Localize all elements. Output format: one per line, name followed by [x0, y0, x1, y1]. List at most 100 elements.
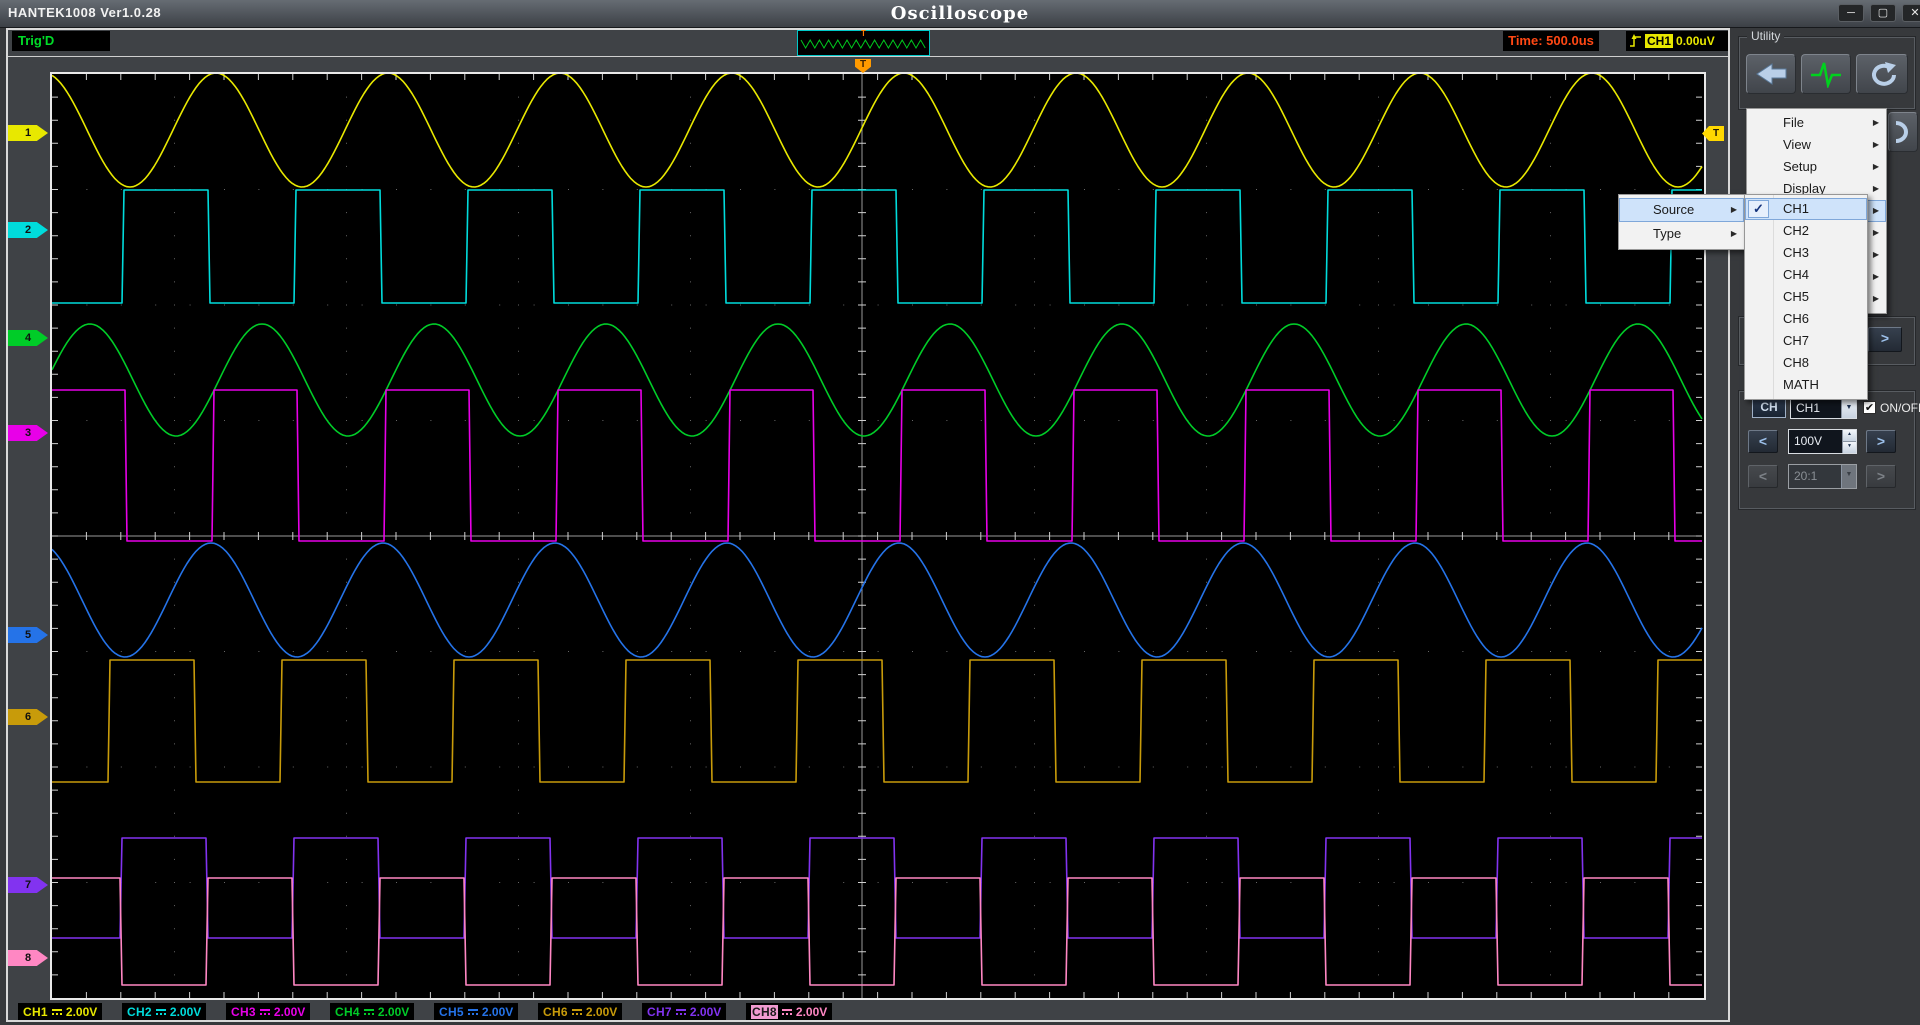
source-item-ch5[interactable]: CH5: [1745, 286, 1867, 308]
dc-coupling-icon: [676, 1009, 686, 1015]
channel-status-chip-ch6[interactable]: CH6 2.00V: [538, 1003, 622, 1020]
next-right-button[interactable]: >: [1868, 327, 1902, 352]
dc-coupling-icon: [364, 1009, 374, 1015]
trigger-status-badge: Trig'D: [12, 31, 110, 51]
source-item-label: CH7: [1783, 330, 1809, 352]
source-item-ch1[interactable]: ✓ CH1: [1745, 198, 1867, 220]
channel-scale-value: 2.00V: [274, 1005, 305, 1019]
close-button[interactable]: ✕: [1902, 4, 1920, 22]
channel-name-label: CH4: [335, 1005, 360, 1019]
volts-prev-button[interactable]: <: [1748, 430, 1778, 453]
submenu-arrow-icon: ▶: [1873, 134, 1879, 156]
submenu-arrow-icon: ▶: [1731, 222, 1737, 246]
source-item-label: CH4: [1783, 264, 1809, 286]
submenu-arrow-icon: ▶: [1731, 198, 1737, 222]
waveform-canvas: [52, 74, 1704, 998]
waveform-preview-box[interactable]: T: [797, 30, 930, 56]
trace-ch8: [52, 878, 1702, 985]
channel-status-chip-ch1[interactable]: CH12.00V: [18, 1003, 102, 1020]
probe-ratio-value: 20:1: [1794, 469, 1817, 483]
source-item-label: MATH: [1783, 374, 1819, 396]
source-item-ch7[interactable]: CH7: [1745, 330, 1867, 352]
source-item-ch2[interactable]: CH2: [1745, 220, 1867, 242]
submenu-item-label: Source: [1653, 198, 1694, 222]
submenu-arrow-icon: ▶: [1873, 112, 1879, 134]
channel-name-label: CH2: [127, 1005, 152, 1019]
source-item-label: CH6: [1783, 308, 1809, 330]
spin-down-icon[interactable]: ▼: [1842, 441, 1856, 453]
onoff-label: ON/OFF: [1880, 401, 1920, 415]
submenu-item-type[interactable]: Type▶: [1619, 222, 1744, 246]
titlebar: HANTEK1008 Ver1.0.28 Oscilloscope ─ ▢ ✕: [0, 0, 1920, 28]
trace-ch7: [52, 838, 1702, 938]
menu-item-setup[interactable]: Setup ▶: [1747, 156, 1886, 178]
channel-status-chip-ch2[interactable]: CH22.00V: [122, 1003, 206, 1020]
submenu-arrow-icon: ▶: [1873, 244, 1879, 266]
source-channel-submenu: ✓ CH1CH2CH3CH4CH5CH6CH7CH8MATH: [1744, 194, 1868, 400]
checkmark-icon: ✓: [1748, 200, 1769, 218]
volts-spinner: ▲▼: [1842, 430, 1856, 453]
onoff-checkbox[interactable]: ✔: [1863, 401, 1876, 414]
channel-name-label: CH7: [647, 1005, 672, 1019]
submenu-item-source[interactable]: Source ▶: [1619, 198, 1744, 222]
channel-name-label: CH5: [439, 1005, 464, 1019]
volts-range-spinbox[interactable]: 100V ▲▼: [1788, 429, 1857, 454]
timebase-badge: Time: 500.0us: [1503, 31, 1599, 51]
waveform-plot: [50, 72, 1706, 1000]
menu-item-view[interactable]: View▶: [1747, 134, 1886, 156]
partial-tool-icon: [1892, 119, 1914, 145]
channel-name-label: CH6: [543, 1005, 568, 1019]
back-arrow-button[interactable]: [1746, 54, 1796, 94]
trigger-submenu: Source ▶Type▶: [1618, 194, 1745, 250]
reload-button[interactable]: [1856, 54, 1908, 94]
dc-coupling-icon: [156, 1009, 166, 1015]
maximize-button[interactable]: ▢: [1870, 4, 1896, 22]
menu-item-file[interactable]: File▶: [1747, 112, 1886, 134]
autoset-button[interactable]: [1801, 54, 1851, 94]
source-item-ch4[interactable]: CH4: [1745, 264, 1867, 286]
chevron-down-icon: ▼: [1841, 465, 1856, 488]
channel-status-chip-ch8[interactable]: CH82.00V: [746, 1003, 832, 1020]
trace-ch4: [52, 324, 1702, 436]
channel-select-dropdown[interactable]: CH1 ▼: [1790, 397, 1857, 419]
channel-scale-value: 2.00V: [378, 1005, 409, 1019]
submenu-arrow-icon: ▶: [1873, 200, 1879, 222]
trace-ch1: [52, 74, 1702, 187]
source-item-math[interactable]: MATH: [1745, 374, 1867, 396]
channel-status-chip-ch4[interactable]: CH4 2.00V: [330, 1003, 414, 1020]
menu-item-label: Setup: [1783, 156, 1817, 178]
trace-ch5: [52, 543, 1702, 657]
spin-up-icon[interactable]: ▲: [1842, 430, 1856, 441]
volts-range-value: 100V: [1794, 434, 1822, 448]
trace-ch6: [52, 660, 1702, 782]
submenu-arrow-icon: ▶: [1873, 156, 1879, 178]
volts-next-button[interactable]: >: [1866, 430, 1896, 453]
ch-label-button[interactable]: CH: [1752, 397, 1786, 418]
channel-status-chip-ch3[interactable]: CH32.00V: [226, 1003, 310, 1020]
chevron-down-icon[interactable]: ▼: [1841, 398, 1856, 418]
trace-ch3: [52, 390, 1702, 541]
channel-status-chip-ch5[interactable]: CH5 2.00V: [434, 1003, 518, 1020]
channel-scale-value: 2.00V: [482, 1005, 513, 1019]
trace-ch2: [52, 190, 1702, 303]
channel-status-chip-ch7[interactable]: CH72.00V: [642, 1003, 726, 1020]
oscilloscope-window: HANTEK1008 Ver1.0.28 Oscilloscope ─ ▢ ✕ …: [0, 0, 1920, 1025]
minimize-button[interactable]: ─: [1838, 4, 1864, 22]
probe-prev-button: <: [1748, 465, 1778, 488]
source-item-label: CH2: [1783, 220, 1809, 242]
source-item-label: CH1: [1783, 198, 1809, 220]
window-title: Oscilloscope: [0, 3, 1920, 24]
source-item-ch3[interactable]: CH3: [1745, 242, 1867, 264]
source-item-ch8[interactable]: CH8: [1745, 352, 1867, 374]
channel-scale-value: 2.00V: [586, 1005, 617, 1019]
source-item-ch6[interactable]: CH6: [1745, 308, 1867, 330]
channel-scale-value: 2.00V: [66, 1005, 97, 1019]
utility-group-title: Utility: [1747, 29, 1784, 43]
reload-icon: [1867, 60, 1897, 88]
channel-select-value: CH1: [1796, 401, 1820, 415]
partially-hidden-tool-button[interactable]: [1888, 112, 1918, 152]
trigger-info-badge: CH1 0.00uV: [1626, 31, 1728, 51]
back-arrow-icon: [1754, 61, 1788, 87]
trigger-source-badge: CH1: [1645, 34, 1673, 48]
submenu-arrow-icon: ▶: [1873, 178, 1879, 200]
